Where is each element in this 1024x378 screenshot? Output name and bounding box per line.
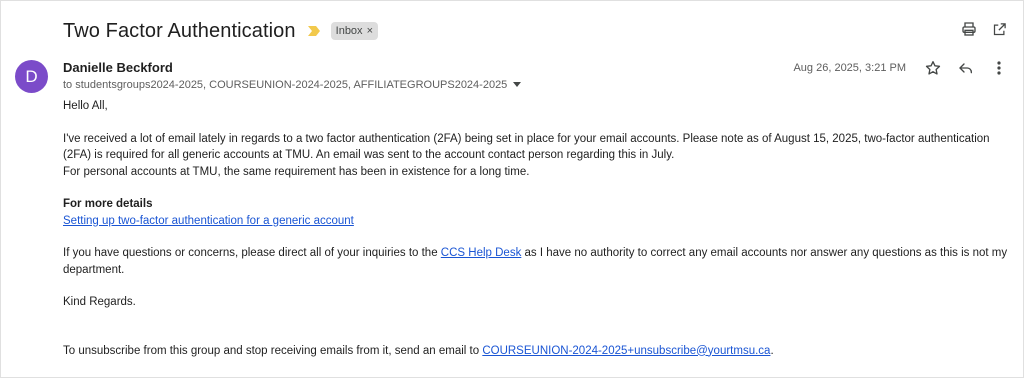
greeting: Hello All,	[63, 100, 108, 112]
message-date: Aug 26, 2025, 3:21 PM	[793, 62, 906, 74]
sender-name[interactable]: Danielle Beckford	[63, 60, 173, 75]
inbox-label-chip[interactable]: Inbox ×	[330, 22, 378, 40]
reply-icon[interactable]	[957, 59, 975, 77]
subject-row: Two Factor Authentication Inbox ×	[63, 18, 378, 44]
message-body: Hello All, I've received a lot of email …	[63, 98, 1008, 359]
unsub-text-before: To unsubscribe from this group and stop …	[63, 344, 483, 357]
star-icon[interactable]	[924, 59, 942, 77]
more-vertical-icon[interactable]	[990, 59, 1008, 77]
sender-avatar[interactable]: D	[15, 60, 48, 93]
recipients-line: to studentsgroups2024-2025, COURSEUNION-…	[63, 79, 522, 91]
body-paragraph-1b: For personal accounts at TMU, the same r…	[63, 165, 530, 178]
para2-text-before: If you have questions or concerns, pleas…	[63, 247, 441, 259]
remove-label-icon[interactable]: ×	[367, 24, 373, 38]
recipients-text: to studentsgroups2024-2025, COURSEUNION-…	[63, 79, 508, 91]
print-icon[interactable]	[960, 20, 978, 38]
ccs-help-desk-link[interactable]: CCS Help Desk	[441, 247, 522, 259]
email-view: Two Factor Authentication Inbox × D Dani…	[0, 0, 1024, 378]
thread-actions	[960, 20, 1008, 38]
message-actions	[924, 59, 1008, 77]
signoff: Kind Regards.	[63, 296, 136, 308]
details-heading: For more details	[63, 198, 153, 210]
generic-account-2fa-link[interactable]: Setting up two-factor authentication for…	[63, 215, 354, 227]
caret-down-icon[interactable]	[513, 81, 522, 89]
body-paragraph-2: If you have questions or concerns, pleas…	[63, 245, 1008, 278]
open-in-new-window-icon[interactable]	[990, 20, 1008, 38]
email-subject: Two Factor Authentication	[63, 19, 296, 42]
unsubscribe-line: To unsubscribe from this group and stop …	[63, 343, 1008, 360]
unsubscribe-email-link[interactable]: COURSEUNION-2024-2025+unsubscribe@yourtm…	[482, 345, 770, 357]
label-chip-text: Inbox	[335, 25, 363, 37]
body-paragraph-1: I've received a lot of email lately in r…	[63, 132, 990, 162]
unsub-text-after: .	[770, 344, 774, 357]
importance-marker-icon[interactable]	[307, 24, 322, 38]
